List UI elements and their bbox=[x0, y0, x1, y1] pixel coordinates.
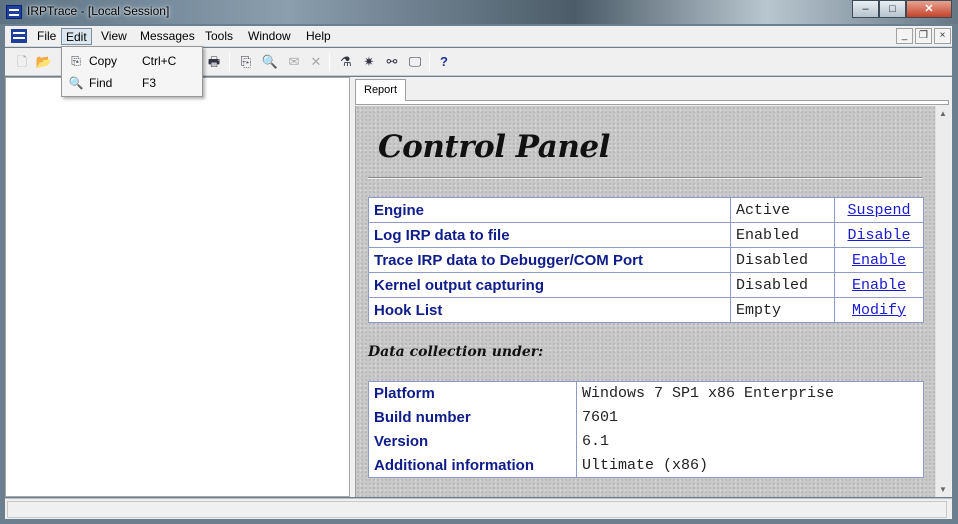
table-row: Build number 7601 bbox=[368, 405, 924, 430]
table-row: Log IRP data to file Enabled Disable bbox=[368, 222, 924, 248]
engine-value: Active bbox=[730, 197, 835, 223]
enable-kernel-link[interactable]: Enable bbox=[852, 277, 906, 294]
menu-item-shortcut: Ctrl+C bbox=[142, 54, 177, 68]
maximize-button[interactable]: □ bbox=[879, 0, 906, 18]
help-icon[interactable]: ? bbox=[435, 53, 453, 71]
capture-icon[interactable]: ✷ bbox=[360, 53, 378, 71]
edit-dropdown-menu: ⎘ Copy Ctrl+C 🔍 Find F3 bbox=[61, 46, 203, 97]
menu-edit[interactable]: Edit bbox=[61, 28, 92, 45]
toolbar-separator bbox=[429, 53, 430, 71]
table-row: Platform Windows 7 SP1 x86 Enterprise bbox=[368, 381, 924, 406]
table-row: Hook List Empty Modify bbox=[368, 297, 924, 323]
additional-info-label: Additional information bbox=[368, 453, 577, 478]
menu-tools[interactable]: Tools bbox=[201, 28, 237, 45]
toolbar-separator bbox=[229, 53, 230, 71]
version-value: 6.1 bbox=[582, 433, 610, 450]
table-row: Engine Active Suspend bbox=[368, 197, 924, 223]
document-icon[interactable] bbox=[11, 29, 27, 43]
menu-view[interactable]: View bbox=[97, 28, 131, 45]
scroll-up-icon[interactable]: ▲ bbox=[939, 109, 947, 118]
menu-item-label: Find bbox=[89, 76, 113, 90]
trace-irp-label: Trace IRP data to Debugger/COM Port bbox=[368, 247, 731, 273]
table-row: Additional information Ultimate (x86) bbox=[368, 453, 924, 478]
menu-messages[interactable]: Messages bbox=[136, 28, 199, 45]
platform-value: Windows 7 SP1 x86 Enterprise bbox=[582, 385, 835, 403]
kernel-output-value: Disabled bbox=[730, 272, 835, 298]
app-icon[interactable] bbox=[6, 5, 22, 19]
menu-item-shortcut: F3 bbox=[142, 76, 157, 90]
table-row: Version 6.1 bbox=[368, 429, 924, 454]
status-bar bbox=[5, 498, 952, 519]
page-title: Control Panel bbox=[378, 129, 610, 165]
session-tree-pane[interactable] bbox=[5, 77, 350, 497]
menu-item-label: Copy bbox=[89, 54, 118, 68]
close-button[interactable]: ✕ bbox=[906, 0, 952, 18]
menu-help[interactable]: Help bbox=[302, 28, 335, 45]
log-irp-value: Enabled bbox=[730, 222, 835, 248]
hook-list-label: Hook List bbox=[368, 297, 731, 323]
status-table: Engine Active Suspend Log IRP data to fi… bbox=[368, 197, 924, 323]
window-title: IRPTrace - [Local Session] bbox=[27, 4, 170, 18]
toolbar-separator bbox=[329, 53, 330, 71]
hook-list-value: Empty bbox=[730, 297, 835, 323]
system-info-table: Platform Windows 7 SP1 x86 Enterprise Bu… bbox=[368, 381, 924, 478]
divider bbox=[368, 177, 922, 179]
tab-report[interactable]: Report bbox=[355, 79, 407, 101]
mdi-close-button[interactable]: × bbox=[934, 28, 951, 44]
find-icon: 🔍 bbox=[68, 76, 84, 90]
additional-info-value: Ultimate (x86) bbox=[582, 456, 709, 474]
engine-label: Engine bbox=[368, 197, 731, 223]
platform-label: Platform bbox=[368, 381, 577, 406]
kernel-output-label: Kernel output capturing bbox=[368, 272, 731, 298]
menu-item-find[interactable]: 🔍 Find F3 bbox=[64, 72, 200, 94]
monitor-icon[interactable]: 🖵 bbox=[406, 53, 424, 71]
vertical-scrollbar[interactable]: ▲ ▼ bbox=[935, 106, 951, 497]
data-collection-heading: Data collection under: bbox=[368, 344, 544, 360]
tab-strip bbox=[355, 100, 949, 105]
build-number-label: Build number bbox=[368, 405, 577, 430]
suspend-link[interactable]: Suspend bbox=[847, 202, 910, 219]
menu-file[interactable]: File bbox=[33, 28, 60, 45]
find-icon[interactable]: 🔍 bbox=[261, 53, 279, 71]
client-area: Report Control Panel Engine Active Suspe… bbox=[5, 77, 952, 497]
scroll-down-icon[interactable]: ▼ bbox=[939, 485, 947, 494]
enable-trace-link[interactable]: Enable bbox=[852, 252, 906, 269]
build-number-value: 7601 bbox=[582, 409, 619, 426]
menu-item-copy[interactable]: ⎘ Copy Ctrl+C bbox=[64, 50, 200, 72]
table-row: Trace IRP data to Debugger/COM Port Disa… bbox=[368, 247, 924, 273]
copy-icon[interactable]: ⎘ bbox=[237, 53, 255, 71]
open-folder-icon[interactable]: 📂 bbox=[35, 53, 53, 71]
mdi-minimize-button[interactable]: _ bbox=[896, 28, 913, 44]
modify-link[interactable]: Modify bbox=[852, 302, 906, 319]
new-document-icon[interactable]: 🗋 bbox=[13, 53, 31, 71]
mail-icon[interactable]: ✉ bbox=[285, 53, 303, 71]
title-bar: IRPTrace - [Local Session] – □ ✕ bbox=[0, 0, 958, 24]
mdi-restore-button[interactable]: ❐ bbox=[915, 28, 932, 44]
menu-bar: File Edit View Messages Tools Window Hel… bbox=[5, 26, 952, 47]
print-icon[interactable]: 🖶 bbox=[205, 53, 223, 71]
delete-icon[interactable]: ✕ bbox=[307, 53, 325, 71]
menu-window[interactable]: Window bbox=[244, 28, 295, 45]
trace-irp-value: Disabled bbox=[730, 247, 835, 273]
report-pane: Report Control Panel Engine Active Suspe… bbox=[355, 77, 952, 497]
log-irp-label: Log IRP data to file bbox=[368, 222, 731, 248]
minimize-button[interactable]: – bbox=[852, 0, 879, 18]
binoculars-icon[interactable]: ⚯ bbox=[383, 53, 401, 71]
table-row: Kernel output capturing Disabled Enable bbox=[368, 272, 924, 298]
control-panel-report: Control Panel Engine Active Suspend Log … bbox=[355, 106, 935, 497]
copy-icon: ⎘ bbox=[71, 54, 81, 68]
status-panel bbox=[7, 501, 947, 518]
disable-link[interactable]: Disable bbox=[847, 227, 910, 244]
version-label: Version bbox=[368, 429, 577, 454]
window-controls: – □ ✕ bbox=[852, 0, 952, 18]
filter-icon[interactable]: ⚗ bbox=[337, 53, 355, 71]
